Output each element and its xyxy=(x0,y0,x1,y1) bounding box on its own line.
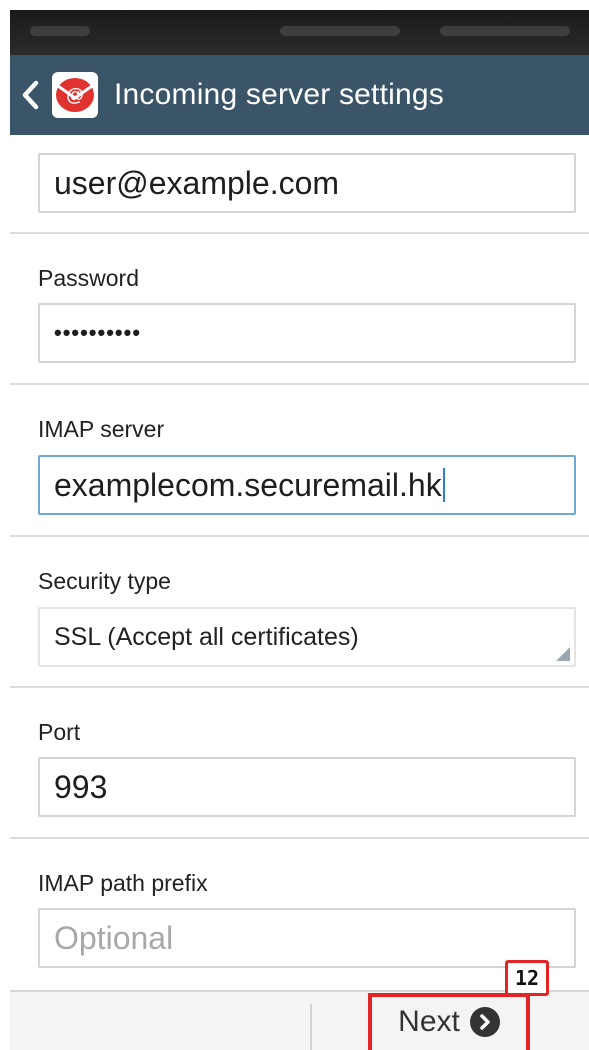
password-field[interactable]: •••••••••• xyxy=(38,303,576,363)
dropdown-arrow-icon xyxy=(556,647,570,661)
security-type-label: Security type xyxy=(38,568,171,594)
imap-path-prefix-field[interactable]: Optional xyxy=(38,908,576,968)
status-bar-icons xyxy=(30,26,90,36)
divider xyxy=(10,535,589,537)
port-label: Port xyxy=(38,719,81,745)
page-title: Incoming server settings xyxy=(114,78,444,111)
divider xyxy=(10,686,589,688)
password-label: Password xyxy=(38,265,139,291)
email-app-icon[interactable]: @ xyxy=(52,72,98,118)
imap-server-label: IMAP server xyxy=(38,416,165,442)
status-bar-signal xyxy=(440,26,570,36)
imap-server-value: examplecom.securemail.hk xyxy=(54,466,442,503)
security-type-dropdown[interactable]: SSL (Accept all certificates) xyxy=(38,607,576,667)
status-bar xyxy=(10,10,589,55)
chevron-left-icon[interactable] xyxy=(10,55,50,135)
button-separator xyxy=(310,1004,312,1050)
action-bar: @ Incoming server settings xyxy=(10,55,589,135)
security-type-value: SSL (Accept all certificates) xyxy=(54,622,359,651)
status-bar-indicators xyxy=(280,26,400,36)
settings-form: user@example.com Password •••••••••• IMA… xyxy=(10,135,589,990)
imap-path-prefix-label: IMAP path prefix xyxy=(38,870,208,896)
next-highlight-box xyxy=(368,993,530,1050)
username-field[interactable]: user@example.com xyxy=(38,153,576,213)
divider xyxy=(10,232,589,234)
port-value: 993 xyxy=(54,768,108,805)
port-field[interactable]: 993 xyxy=(38,757,576,817)
step-number-badge: 12 xyxy=(505,960,549,996)
divider xyxy=(10,837,589,839)
username-value: user@example.com xyxy=(54,164,340,201)
password-value: •••••••••• xyxy=(54,320,142,345)
imap-server-field[interactable]: examplecom.securemail.hk xyxy=(38,455,576,515)
divider xyxy=(10,383,589,385)
text-cursor xyxy=(442,468,445,502)
imap-path-prefix-placeholder: Optional xyxy=(54,919,174,956)
